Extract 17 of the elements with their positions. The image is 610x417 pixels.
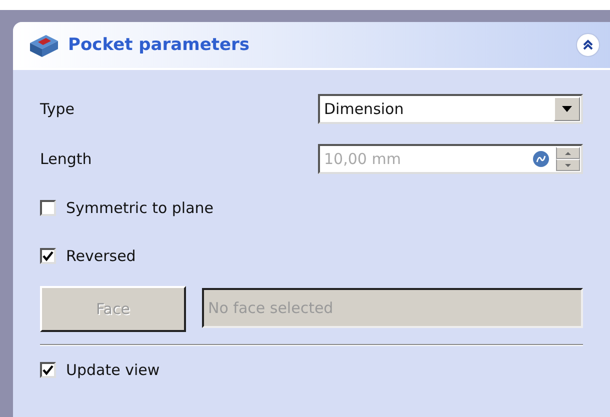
checkbox[interactable] [40,200,56,216]
spin-down-button[interactable] [556,159,580,171]
checkbox-label: Reversed [66,247,136,265]
collapse-button[interactable] [576,33,600,57]
checkbox[interactable] [40,362,56,378]
length-label: Length [40,150,93,168]
spin-up-button[interactable] [556,147,580,159]
double-chevron-icon [582,39,594,51]
expression-icon[interactable] [532,150,550,168]
type-label: Type [40,100,76,118]
panel-title: Pocket parameters [68,35,251,55]
checkbox-label: Symmetric to plane [66,199,214,217]
down-arrow-icon [565,164,571,166]
type-dropdown[interactable]: Dimension [318,94,583,124]
checkbox-label: Update view [66,361,160,379]
up-arrow-icon [565,152,571,154]
checkbox[interactable] [40,248,56,264]
